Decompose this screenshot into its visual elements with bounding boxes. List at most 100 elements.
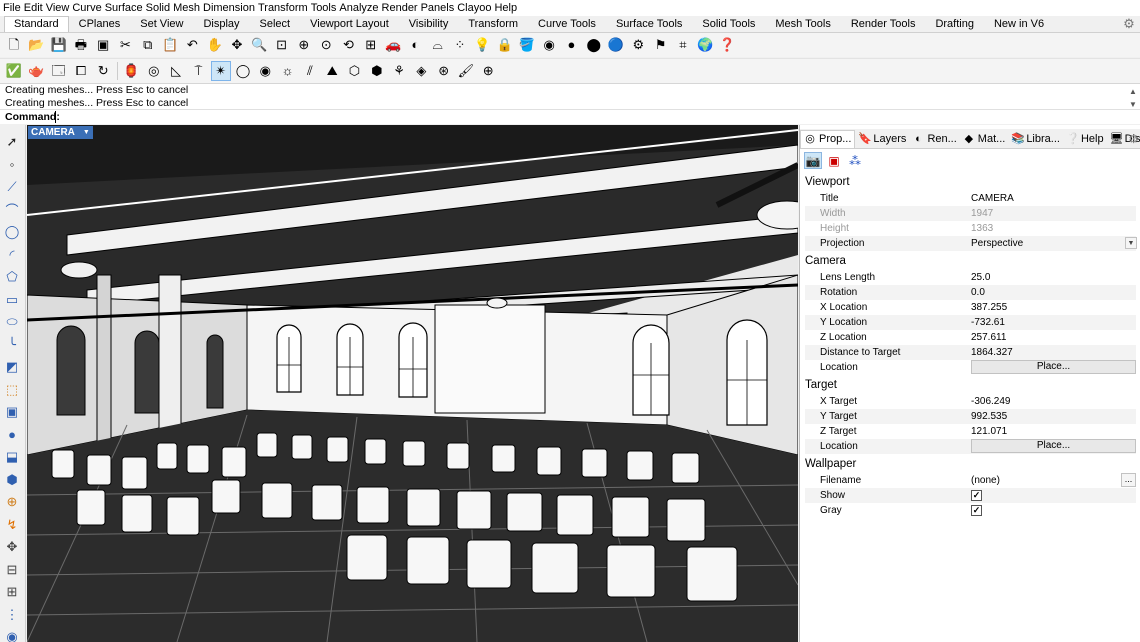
prop-row-title[interactable]: Title CAMERA: [805, 191, 1136, 206]
menu-item-tools[interactable]: Tools: [311, 0, 340, 16]
select-points-icon[interactable]: ⁘: [451, 36, 469, 54]
arc-icon[interactable]: ◜: [3, 246, 21, 264]
select-arrow-icon[interactable]: ➚: [3, 133, 21, 151]
command-input-caret[interactable]: [55, 111, 56, 123]
lock-icon[interactable]: 🔒: [496, 36, 514, 54]
transform-icon[interactable]: ↯: [3, 516, 21, 534]
target-place-button[interactable]: Place...: [971, 439, 1136, 453]
menu-item-help[interactable]: Help: [494, 0, 520, 16]
boolean-icon[interactable]: ⊕: [3, 493, 21, 511]
four-viewports-icon[interactable]: ⊞: [362, 36, 380, 54]
grid-snap-icon[interactable]: ⌗: [674, 36, 692, 54]
panel-tab-libra[interactable]: 📚 Libra...: [1008, 130, 1063, 148]
point-light-icon[interactable]: ◯: [234, 62, 252, 80]
z-target-field[interactable]: 121.071: [971, 424, 1007, 439]
viewport-title-tab[interactable]: CAMERA ▼: [28, 126, 93, 139]
prop-row-lens[interactable]: Lens Length 25.0: [805, 270, 1136, 285]
tab-solid-tools[interactable]: Solid Tools: [692, 16, 765, 32]
browse-button[interactable]: ...: [1121, 473, 1136, 487]
menu-item-dimension[interactable]: Dimension: [203, 0, 258, 16]
prop-row-show[interactable]: Show ✓: [805, 488, 1136, 503]
save-small-icon[interactable]: ▣: [94, 36, 112, 54]
crosshair-icon[interactable]: ⊕: [479, 62, 497, 80]
rotation-field[interactable]: 0.0: [971, 285, 985, 300]
sun-star-icon[interactable]: ✴: [210, 61, 231, 81]
align-icon[interactable]: ⊟: [3, 561, 21, 579]
decal-icon[interactable]: ◈: [412, 62, 430, 80]
sphere-solid-icon[interactable]: ●: [3, 426, 21, 444]
car-icon[interactable]: 🚗: [384, 36, 402, 54]
orbit-icon[interactable]: ↻: [94, 62, 112, 80]
sphere-shaded-icon[interactable]: ●: [562, 36, 580, 54]
paint-bucket-icon[interactable]: 🪣: [518, 36, 536, 54]
prop-row-gray[interactable]: Gray ✓: [805, 503, 1136, 518]
point-icon[interactable]: ◦: [3, 156, 21, 174]
new-file-icon[interactable]: 🗋: [5, 36, 23, 54]
plane-icon[interactable]: ⌓: [429, 36, 447, 54]
zoom-icon[interactable]: 🔍: [250, 36, 268, 54]
gear-icon[interactable]: ⚙: [1128, 132, 1139, 146]
teapot-icon[interactable]: 🫖: [27, 62, 45, 80]
tab-set-view[interactable]: Set View: [130, 16, 193, 32]
panel-tab-ren[interactable]: ◐ Ren...: [909, 130, 959, 148]
surface-icon[interactable]: ◩: [3, 358, 21, 376]
menu-item-curve[interactable]: Curve: [72, 0, 104, 16]
undo-view-icon[interactable]: ⟲: [339, 36, 357, 54]
sphere-render-icon[interactable]: ⬤: [585, 36, 603, 54]
viewport-frame-icon[interactable]: ▣: [825, 152, 843, 169]
y-target-field[interactable]: 992.535: [971, 409, 1007, 424]
fillet-curve-icon[interactable]: ╰: [3, 336, 21, 354]
menu-item-panels[interactable]: Panels: [421, 0, 458, 16]
tab-mesh-tools[interactable]: Mesh Tools: [765, 16, 840, 32]
globe-icon[interactable]: 🌍: [696, 36, 714, 54]
color-balls-icon[interactable]: ⁂: [846, 152, 864, 169]
command-line[interactable]: Command:: [0, 109, 1140, 124]
prop-row-y-location[interactable]: Y Location -732.61: [805, 315, 1136, 330]
plant-icon[interactable]: ⚘: [390, 62, 408, 80]
menu-item-view[interactable]: View: [46, 0, 73, 16]
menu-item-solid[interactable]: Solid: [146, 0, 173, 16]
tab-new-in-v6[interactable]: New in V6: [984, 16, 1054, 32]
texture-box-icon[interactable]: ⬢: [368, 62, 386, 80]
group-icon[interactable]: ⊞: [3, 583, 21, 601]
menu-item-mesh[interactable]: Mesh: [173, 0, 203, 16]
menu-item-render[interactable]: Render: [382, 0, 421, 16]
menu-item-analyze[interactable]: Analyze: [339, 0, 381, 16]
copy-icon[interactable]: ⧉: [139, 36, 157, 54]
panel-tab-prop[interactable]: ◎ Prop...: [800, 129, 856, 148]
prop-value-title[interactable]: CAMERA: [971, 191, 1014, 206]
prop-row-y-target[interactable]: Y Target 992.535: [805, 409, 1136, 424]
tab-render-tools[interactable]: Render Tools: [841, 16, 926, 32]
linear-light-icon[interactable]: ⫽: [301, 62, 319, 80]
projection-select[interactable]: Perspective: [971, 236, 1023, 251]
menu-item-surface[interactable]: Surface: [105, 0, 146, 16]
camera-place-button[interactable]: Place...: [971, 360, 1136, 374]
sun-icon[interactable]: ☼: [279, 62, 297, 80]
ground-plane-icon[interactable]: ◺: [167, 62, 185, 80]
viewport-camera[interactable]: CAMERA ▼: [27, 125, 798, 642]
prop-row-rotation[interactable]: Rotation 0.0: [805, 285, 1136, 300]
array-icon[interactable]: ⋮: [3, 606, 21, 624]
camera-icon[interactable]: 📷: [804, 152, 822, 169]
menu-item-file[interactable]: File: [3, 0, 24, 16]
sphere-blue-icon[interactable]: 🔵: [607, 36, 625, 54]
tab-select[interactable]: Select: [250, 16, 301, 32]
cut-icon[interactable]: ✂: [116, 36, 134, 54]
x-location-field[interactable]: 387.255: [971, 300, 1007, 315]
prop-row-x-location[interactable]: X Location 387.255: [805, 300, 1136, 315]
zoom-selected-icon[interactable]: ⊙: [317, 36, 335, 54]
open-folder-icon[interactable]: 📂: [27, 36, 45, 54]
render-preview-icon[interactable]: 🗔: [50, 62, 68, 80]
environment-icon[interactable]: ⛰: [323, 62, 341, 80]
mesh-icon[interactable]: ⬢: [3, 471, 21, 489]
tab-viewport-layout[interactable]: Viewport Layout: [300, 16, 399, 32]
rectangle-icon[interactable]: ▭: [3, 291, 21, 309]
help-icon[interactable]: ❓: [719, 36, 737, 54]
box-mapping-icon[interactable]: ⬡: [345, 62, 363, 80]
menu-item-clayoo[interactable]: Clayoo: [457, 0, 494, 16]
menu-item-transform[interactable]: Transform: [258, 0, 311, 16]
scroll-arrows-icon[interactable]: ▲ ▼: [1128, 85, 1138, 111]
gears-icon[interactable]: ⚙: [629, 36, 647, 54]
zoom-window-icon[interactable]: ⊡: [273, 36, 291, 54]
curve-icon[interactable]: ⌒: [3, 201, 21, 219]
